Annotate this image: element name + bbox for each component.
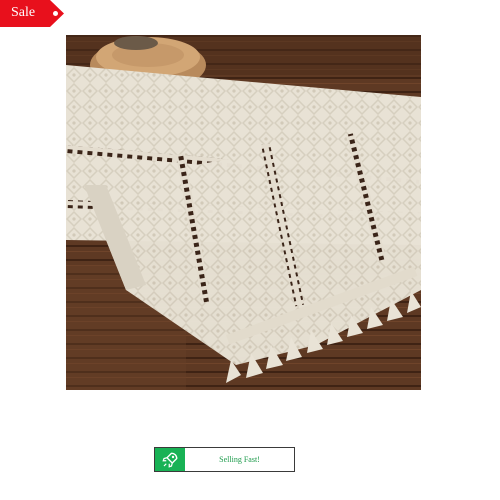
- selling-fast-badge: Selling Fast!: [154, 447, 295, 472]
- sale-tag: Sale: [0, 0, 64, 27]
- tag-hole: [53, 11, 58, 16]
- sale-label: Sale: [11, 5, 36, 20]
- rocket-icon: [155, 448, 185, 471]
- product-illustration: [66, 35, 421, 390]
- product-image[interactable]: [66, 35, 421, 390]
- badge-label: Selling Fast!: [219, 455, 260, 464]
